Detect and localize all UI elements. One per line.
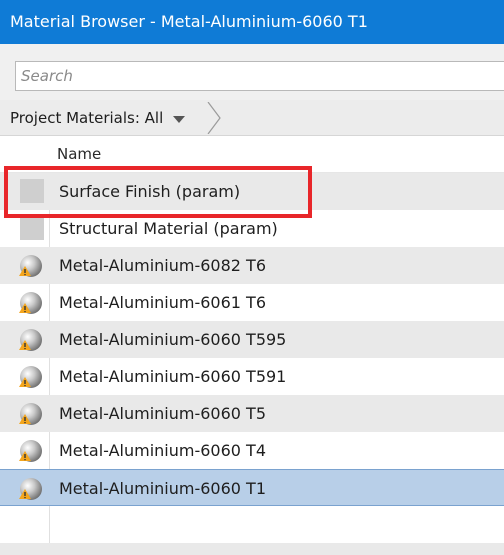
material-row-6060-t4[interactable]: Metal-Aluminium-6060 T4 — [0, 432, 504, 469]
material-name: Metal-Aluminium-6061 T6 — [59, 293, 266, 312]
breadcrumb-separator-icon — [207, 102, 221, 134]
material-name: Metal-Aluminium-6060 T4 — [59, 441, 266, 460]
metal-sphere-warning-icon — [19, 366, 42, 388]
filter-label: Project Materials: All — [10, 109, 164, 127]
window-title: Material Browser - Metal-Aluminium-6060 … — [0, 0, 504, 44]
metal-sphere-warning-icon — [19, 403, 42, 425]
material-row-6060-t591[interactable]: Metal-Aluminium-6060 T591 — [0, 358, 504, 395]
search-input[interactable]: Search — [15, 61, 504, 91]
material-name: Metal-Aluminium-6082 T6 — [59, 256, 266, 275]
material-name: Metal-Aluminium-6060 T591 — [59, 367, 287, 386]
metal-sphere-warning-icon — [19, 292, 42, 314]
metal-sphere-warning-icon — [19, 329, 42, 351]
filter-bar: Project Materials: All — [0, 100, 504, 136]
grey-swatch-icon — [20, 216, 44, 240]
metal-sphere-warning-icon — [19, 440, 42, 462]
metal-sphere-warning-icon — [19, 478, 42, 500]
material-row-6060-t595[interactable]: Metal-Aluminium-6060 T595 — [0, 321, 504, 358]
annotation-highlight-box — [4, 166, 312, 218]
material-name: Metal-Aluminium-6060 T5 — [59, 404, 266, 423]
material-row-6082-t6[interactable]: Metal-Aluminium-6082 T6 — [0, 247, 504, 284]
material-name: Metal-Aluminium-6060 T1 — [59, 479, 266, 498]
project-materials-filter[interactable]: Project Materials: All — [10, 100, 186, 136]
material-name: Metal-Aluminium-6060 T595 — [59, 330, 287, 349]
metal-sphere-warning-icon — [19, 255, 42, 277]
empty-row — [0, 543, 504, 555]
material-row-6061-t6[interactable]: Metal-Aluminium-6061 T6 — [0, 284, 504, 321]
material-row-6060-t5[interactable]: Metal-Aluminium-6060 T5 — [0, 395, 504, 432]
dropdown-caret-icon[interactable] — [173, 115, 186, 123]
material-row-6060-t1-selected[interactable]: Metal-Aluminium-6060 T1 — [0, 469, 504, 506]
